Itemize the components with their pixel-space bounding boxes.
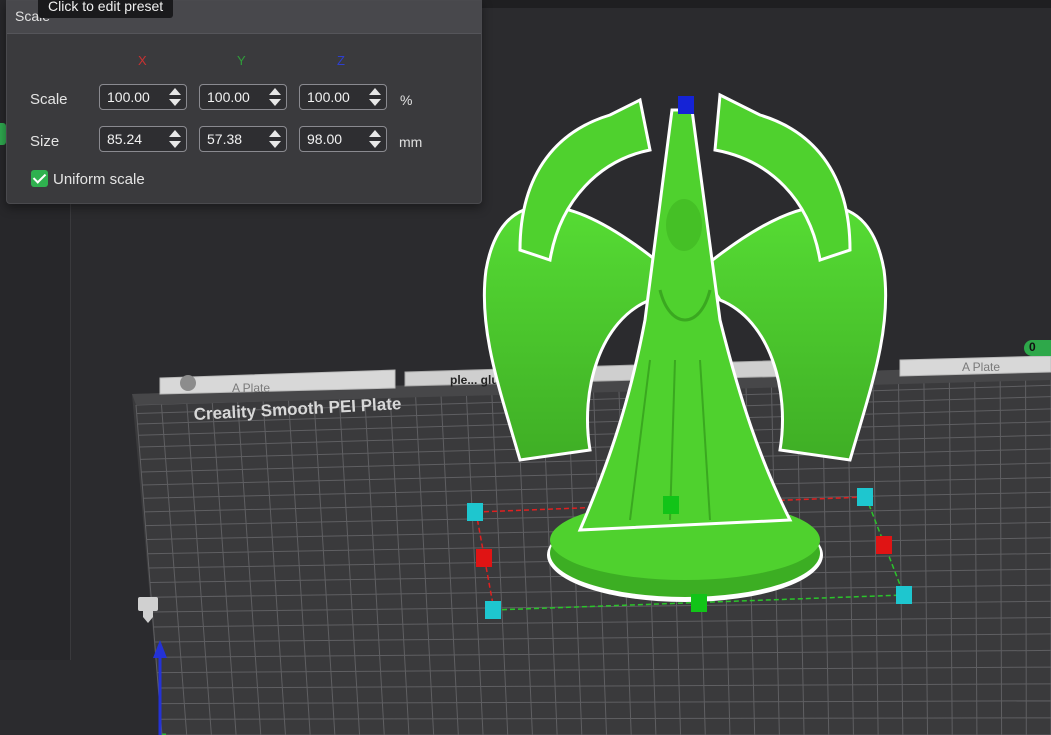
size-x-input[interactable]: 85.24 [99,126,187,152]
chevron-down-icon [269,99,281,106]
size-z-input[interactable]: 98.00 [299,126,387,152]
chevron-down-icon [369,141,381,148]
chevron-up-icon [269,88,281,95]
x-scale-handle-right [876,536,892,554]
scale-z-input[interactable]: 100.00 [299,84,387,110]
chevron-down-icon [369,99,381,106]
scale-panel: Scale X Y Z Scale 100.00 100.00 100.00 %… [6,0,482,204]
axis-label-x: X [138,53,147,68]
plate-tab-right[interactable]: A Plate [899,355,1051,377]
plate-name-left: A Plate [232,381,270,395]
scale-x-input[interactable]: 100.00 [99,84,187,110]
chevron-up-icon [369,88,381,95]
status-badge: 0 [1024,340,1051,356]
chevron-up-icon [169,88,181,95]
chevron-up-icon [369,130,381,137]
uniform-scale-checkbox[interactable] [31,170,48,187]
x-scale-handle-left [476,549,492,567]
size-y-input[interactable]: 57.38 [199,126,287,152]
checkmark-icon [32,170,47,184]
axis-label-z: Z [337,53,345,68]
chevron-up-icon [169,130,181,137]
corner-handle-front-right [896,586,912,604]
scale-row-label: Scale [30,91,68,108]
y-scale-handle-front [691,594,707,612]
size-unit: mm [399,134,423,150]
size-y-stepper[interactable] [268,129,282,149]
corner-handle-back-left [467,503,483,521]
size-row-label: Size [30,133,60,150]
tooltip: Click to edit preset [38,0,174,18]
corner-handle-back-right [857,488,873,506]
uniform-scale-label[interactable]: Uniform scale [53,171,145,188]
chevron-down-icon [269,141,281,148]
chevron-down-icon [169,141,181,148]
y-scale-handle-back [663,496,679,514]
z-scale-handle [678,96,694,114]
chevron-up-icon [269,130,281,137]
scale-x-stepper[interactable] [168,87,182,107]
corner-handle-front-left [485,601,501,619]
size-z-stepper[interactable] [368,129,382,149]
scale-y-input[interactable]: 100.00 [199,84,287,110]
size-x-stepper[interactable] [168,129,182,149]
scale-z-stepper[interactable] [368,87,382,107]
chevron-down-icon [169,99,181,106]
plate-name-right: A Plate [962,360,1000,374]
edit-plate-icon[interactable] [180,375,196,391]
axis-label-y: Y [237,53,246,68]
scale-y-stepper[interactable] [268,87,282,107]
scale-unit: % [400,92,413,108]
